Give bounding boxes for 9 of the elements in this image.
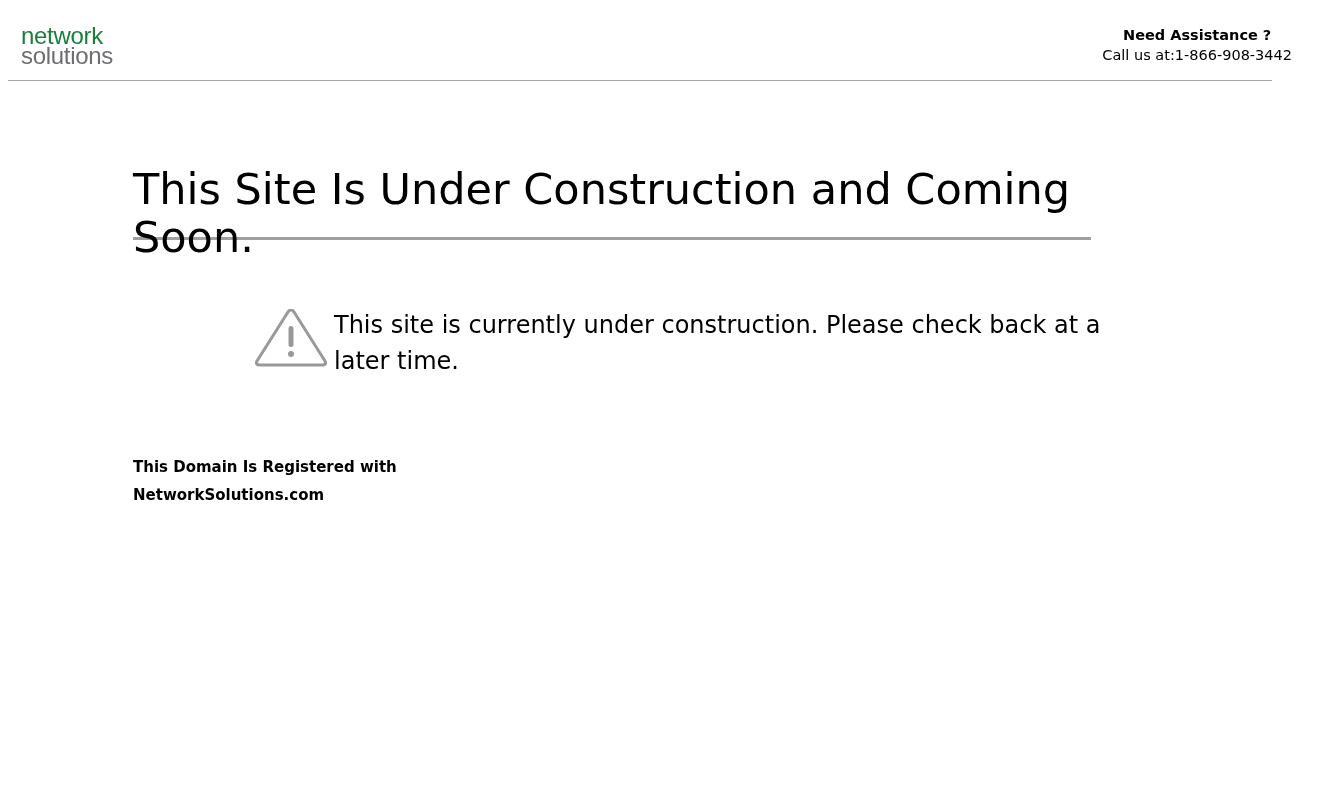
notice-message: This site is currently under construction. Please check back at a later time. <box>334 310 1102 377</box>
registration-text: NetworkSolutions.com <box>133 485 326 506</box>
page-title: This Site Is Under Construction and Coming Soon. <box>133 165 1072 261</box>
phone-text: Call us at:1-866-908-3442 <box>1102 46 1292 65</box>
logo-text: network <box>21 26 103 46</box>
assistance-title: Need Assistance ? <box>1123 26 1272 45</box>
warning-icon <box>254 309 328 367</box>
registration-text: This Domain Is Registered with <box>133 457 398 478</box>
logo-text: solutions <box>21 46 114 66</box>
